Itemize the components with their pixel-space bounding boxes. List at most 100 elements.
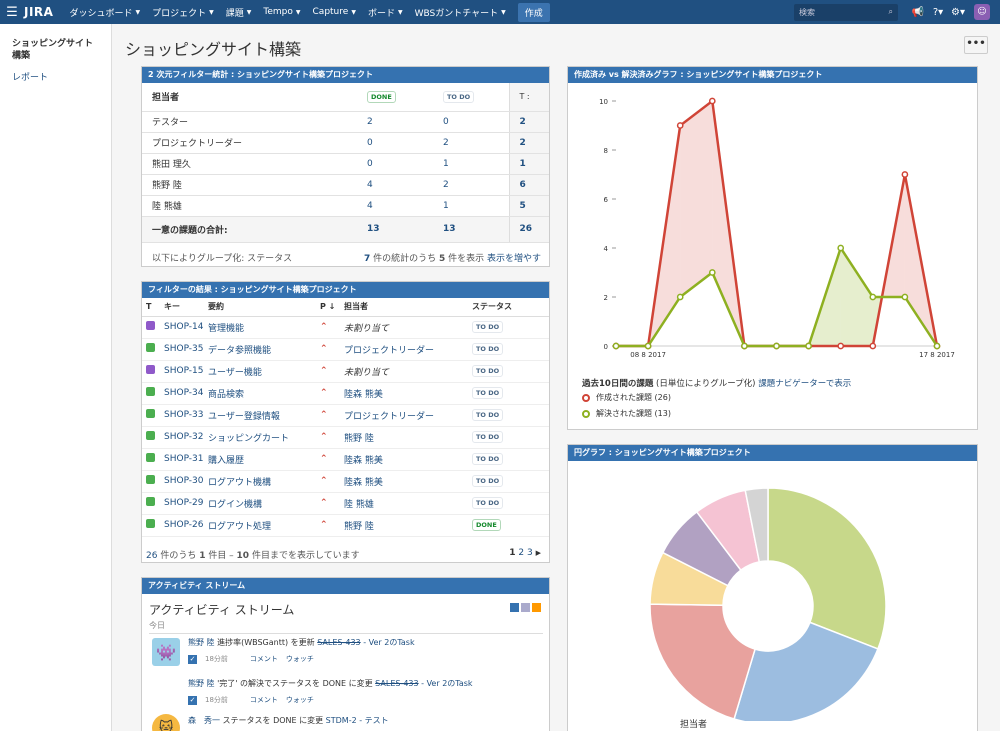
issue-summary[interactable]: ログアウト処理 (208, 522, 271, 532)
menu-icon[interactable]: ☰ (0, 0, 24, 24)
avatar[interactable]: 👾 (152, 638, 180, 666)
issue-assignee[interactable]: 熊野 陸 (344, 522, 374, 532)
sidebar-report-link[interactable]: レポート (12, 70, 99, 83)
data-point-created (676, 122, 684, 129)
nav-wbs-gantt[interactable]: WBSガントチャート ▼ (409, 0, 512, 24)
col-type[interactable]: T (142, 298, 160, 317)
total-todo[interactable]: 13 (443, 224, 456, 234)
nav-tempo[interactable]: Tempo ▼ (257, 0, 306, 24)
pie-slice[interactable] (767, 487, 887, 650)
done-count[interactable]: 0 (367, 138, 373, 148)
issue-summary[interactable]: ログアウト機構 (208, 478, 271, 488)
activity-item-2: 熊野 陸 '完了' の解決でステータスを DONE に変更 SALES-433 … (188, 679, 473, 688)
todo-count[interactable]: 1 (443, 201, 449, 211)
comment-link[interactable]: コメント (250, 695, 278, 705)
issue-summary[interactable]: 商品検索 (208, 390, 244, 400)
search-input[interactable]: 検索 ⌕ (794, 3, 898, 21)
issue-assignee[interactable]: プロジェクトリーダー (344, 412, 434, 422)
next-page-icon[interactable]: ▶ (536, 549, 541, 557)
issue-assignee[interactable]: 陸 熊雄 (344, 500, 374, 510)
page-2[interactable]: 2 (518, 548, 524, 558)
issue-key[interactable]: SHOP-31 (164, 454, 204, 464)
watch-link[interactable]: ウォッチ (286, 695, 314, 705)
issue-navigator-link[interactable]: 課題ナビゲーターで表示 (758, 379, 851, 389)
table-row[interactable]: SHOP-31 購入履歴 ⌃ 陸森 熊美 TO DO (142, 448, 549, 471)
table-row[interactable]: SHOP-29 ログイン機構 ⌃ 陸 熊雄 TO DO (142, 492, 549, 515)
col-status[interactable]: ステータス (468, 298, 549, 317)
nav-issues[interactable]: 課題 ▼ (220, 0, 258, 24)
pie-slice[interactable] (649, 603, 757, 720)
issue-key[interactable]: SHOP-33 (164, 410, 204, 420)
jira-logo[interactable]: JIRA (24, 5, 53, 19)
total-count[interactable]: 6 (520, 180, 526, 190)
issue-key[interactable]: SHOP-30 (164, 476, 204, 486)
issue-key[interactable]: SHOP-26 (164, 520, 204, 530)
todo-count[interactable]: 1 (443, 159, 449, 169)
table-row[interactable]: SHOP-32 ショッピングカート ⌃ 熊野 陸 TO DO (142, 426, 549, 449)
x-tick-label: 08 8 2017 (630, 351, 666, 359)
avatar[interactable]: 🐱 (152, 714, 180, 731)
issue-summary[interactable]: 管理機能 (208, 324, 244, 334)
issue-assignee[interactable]: プロジェクトリーダー (344, 346, 434, 356)
issue-key[interactable]: SHOP-14 (164, 322, 204, 332)
issue-summary[interactable]: 購入履歴 (208, 456, 244, 466)
issue-assignee[interactable]: 陸森 熊美 (344, 390, 383, 400)
nav-projects[interactable]: プロジェクト ▼ (146, 0, 220, 24)
issue-summary[interactable]: ショッピングカート (208, 434, 289, 444)
done-count[interactable]: 4 (367, 201, 373, 211)
total-count[interactable]: 2 (520, 117, 526, 127)
total-count[interactable]: 5 (520, 201, 526, 211)
show-more-link[interactable]: 表示を増やす (487, 254, 541, 264)
col-key[interactable]: キー (160, 298, 204, 317)
table-row[interactable]: SHOP-14 管理機能 ⌃ 未割り当て TO DO (142, 316, 549, 339)
total-count[interactable]: 1 (520, 159, 526, 169)
table-row[interactable]: SHOP-30 ログアウト機構 ⌃ 陸森 熊美 TO DO (142, 470, 549, 493)
done-count[interactable]: 2 (367, 117, 373, 127)
nav-capture[interactable]: Capture ▼ (307, 0, 362, 24)
table-row[interactable]: SHOP-34 商品検索 ⌃ 陸森 熊美 TO DO (142, 382, 549, 405)
todo-count[interactable]: 2 (443, 138, 449, 148)
issue-key[interactable]: SHOP-29 (164, 498, 204, 508)
issue-key[interactable]: SHOP-32 (164, 432, 204, 442)
col-summary[interactable]: 要約 (204, 298, 316, 317)
issue-key[interactable]: SHOP-15 (164, 366, 204, 376)
total-count[interactable]: 2 (520, 138, 526, 148)
total-total[interactable]: 26 (520, 224, 533, 234)
table-row[interactable]: SHOP-35 データ参照機能 ⌃ プロジェクトリーダー TO DO (142, 338, 549, 361)
table-row[interactable]: SHOP-33 ユーザー登録情報 ⌃ プロジェクトリーダー TO DO (142, 404, 549, 427)
total-done[interactable]: 13 (367, 224, 380, 234)
activity-item-1: 熊野 陸 進捗率(WBSGantt) を更新 SALES-433 - Ver 2… (188, 638, 415, 647)
issue-summary[interactable]: データ参照機能 (208, 346, 271, 356)
done-count[interactable]: 0 (367, 159, 373, 169)
create-button[interactable]: 作成 (517, 2, 550, 22)
page-3[interactable]: 3 (527, 548, 533, 558)
issue-summary[interactable]: ユーザー登録情報 (208, 412, 280, 422)
issue-assignee[interactable]: 陸森 熊美 (344, 456, 383, 466)
user-avatar[interactable]: ☺ (974, 4, 990, 20)
page-1[interactable]: 1 (509, 548, 515, 558)
list-view-icon[interactable] (510, 603, 519, 612)
nav-boards[interactable]: ボード ▼ (362, 0, 409, 24)
megaphone-icon[interactable]: 📢 (908, 7, 928, 18)
filter-view-icon[interactable] (521, 603, 530, 612)
done-count[interactable]: 4 (367, 180, 373, 190)
more-actions-button[interactable]: ••• (964, 36, 988, 54)
rss-icon[interactable] (532, 603, 541, 612)
issue-summary[interactable]: ログイン機構 (208, 500, 262, 510)
col-assignee[interactable]: 担当者 (340, 298, 468, 317)
issue-assignee[interactable]: 熊野 陸 (344, 434, 374, 444)
watch-link[interactable]: ウォッチ (286, 654, 314, 664)
todo-count[interactable]: 0 (443, 117, 449, 127)
gear-icon[interactable]: ⚙▾ (948, 7, 968, 18)
issue-key[interactable]: SHOP-35 (164, 344, 204, 354)
nav-dashboard[interactable]: ダッシュボード ▼ (63, 0, 146, 24)
comment-link[interactable]: コメント (250, 654, 278, 664)
issue-key[interactable]: SHOP-34 (164, 388, 204, 398)
table-row[interactable]: SHOP-26 ログアウト処理 ⌃ 熊野 陸 DONE (142, 514, 549, 537)
help-icon[interactable]: ?▾ (928, 7, 948, 18)
issue-summary[interactable]: ユーザー機能 (208, 368, 262, 378)
todo-count[interactable]: 2 (443, 180, 449, 190)
issue-assignee[interactable]: 陸森 熊美 (344, 478, 383, 488)
col-priority[interactable]: P ↓ (316, 298, 340, 317)
table-row[interactable]: SHOP-15 ユーザー機能 ⌃ 未割り当て TO DO (142, 360, 549, 383)
